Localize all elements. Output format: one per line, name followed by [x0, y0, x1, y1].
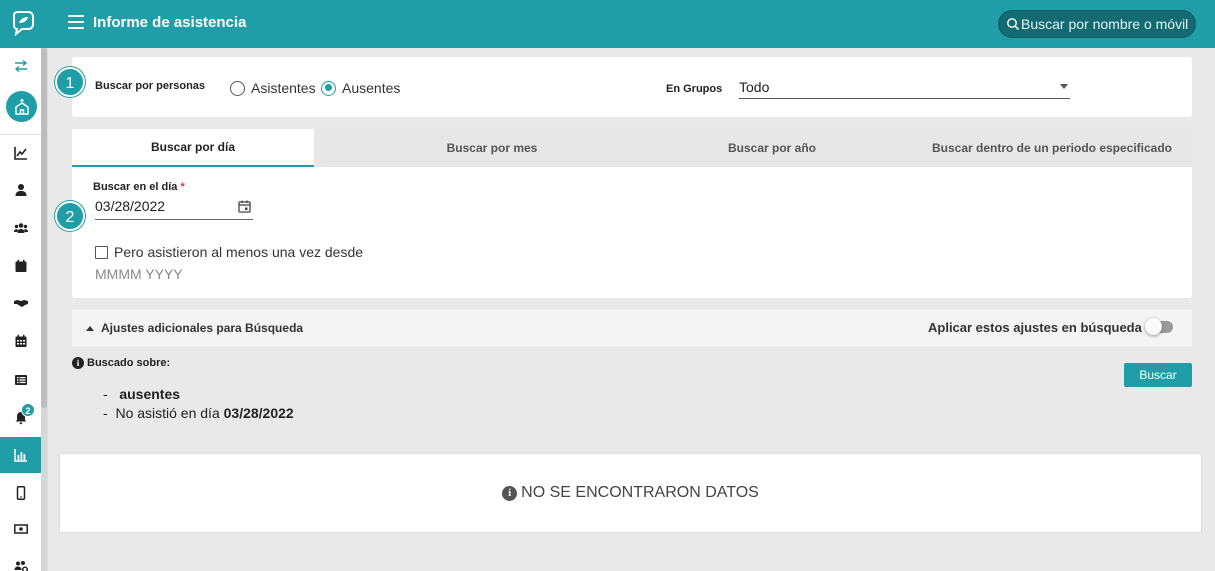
sidebar: 2: [0, 48, 48, 571]
attended-since-checkbox[interactable]: Pero asistieron al menos una vez desde: [95, 244, 363, 260]
radio-asistentes-label: Asistentes: [251, 80, 316, 96]
calendar-grid-icon: [15, 334, 26, 347]
criteria-1-value: ausentes: [119, 386, 181, 402]
searched-heading-text: Buscado sobre:: [87, 357, 171, 369]
attended-since-label: Pero asistieron al menos una vez desde: [114, 244, 364, 260]
swap-icon: [14, 59, 27, 73]
radio-ausentes-label: Ausentes: [342, 80, 401, 96]
tab-search-by-month[interactable]: Buscar por mes: [352, 129, 632, 167]
sidebar-item-reports[interactable]: [0, 437, 41, 473]
step-2-marker: 2: [55, 201, 85, 231]
day-date-input[interactable]: 03/28/2022: [95, 198, 253, 220]
attended-since-checkbox-box[interactable]: [95, 245, 108, 259]
people-gear-icon: [14, 561, 28, 571]
search-icon: [1007, 18, 1020, 31]
month-year-input[interactable]: MMMM YYYY: [95, 266, 183, 282]
group-icon: [13, 223, 28, 233]
tab-search-by-day[interactable]: Buscar por día: [72, 129, 314, 167]
day-field-label-text: Buscar en el día: [93, 181, 178, 193]
sidebar-item-finance[interactable]: [0, 511, 41, 547]
caret-up-icon: [86, 325, 94, 331]
search-input[interactable]: [1021, 14, 1193, 34]
criteria-2-date: 03/28/2022: [223, 405, 294, 421]
criteria-2-prefix: No asistió en día: [115, 405, 224, 421]
advanced-settings-bar: Ajustes adicionales para Búsqueda Aplica…: [72, 310, 1192, 346]
criteria-dash: -: [103, 386, 108, 402]
radio-ausentes-circle[interactable]: [321, 80, 336, 96]
sidebar-item-calendar-grid[interactable]: [0, 323, 41, 359]
list-icon: [14, 375, 27, 385]
criteria-item-2: - No asistió en día 03/28/2022: [103, 405, 294, 421]
searched-heading: i Buscado sobre:: [72, 357, 170, 369]
mobile-icon: [16, 486, 25, 500]
search-button[interactable]: Buscar: [1124, 363, 1192, 387]
apply-settings-switch[interactable]: [1145, 318, 1173, 335]
required-mark: *: [180, 181, 185, 193]
search-by-people-label: Buscar por personas: [95, 80, 206, 92]
empty-results-panel: i NO SE ENCONTRARON DATOS: [59, 453, 1202, 533]
church-avatar[interactable]: [6, 91, 37, 122]
tab-search-by-period[interactable]: Buscar dentro de un periodo especificado: [912, 129, 1192, 167]
hamburger-menu-icon[interactable]: [68, 15, 84, 31]
sidebar-item-stats[interactable]: [0, 135, 41, 171]
bar-chart-icon: [13, 449, 27, 462]
radio-ausentes[interactable]: Ausentes: [321, 80, 400, 96]
money-icon: [13, 524, 28, 534]
top-bar: Informe de asistencia: [0, 0, 1215, 48]
sidebar-item-swap[interactable]: [0, 48, 41, 84]
sidebar-item-calendar[interactable]: [0, 248, 41, 284]
advanced-settings-toggle[interactable]: Ajustes adicionales para Búsqueda: [86, 321, 303, 335]
empty-results-message: NO SE ENCONTRARON DATOS: [521, 484, 759, 501]
radio-asistentes[interactable]: Asistentes: [230, 80, 316, 96]
sidebar-item-notifications[interactable]: 2: [0, 400, 41, 436]
global-search[interactable]: [998, 10, 1196, 38]
page-title: Informe de asistencia: [93, 14, 247, 31]
info-icon: i: [502, 485, 518, 501]
criteria-item-1: - ausentes: [103, 386, 180, 402]
chart-line-icon: [13, 147, 27, 160]
radio-asistentes-circle[interactable]: [230, 80, 245, 96]
church-icon: [14, 98, 29, 115]
advanced-settings-title: Ajustes adicionales para Búsqueda: [101, 321, 304, 335]
groups-select[interactable]: Todo: [739, 79, 1070, 99]
step-1-marker: 1: [55, 67, 85, 97]
sidebar-item-mobile[interactable]: [0, 475, 41, 511]
apply-settings-label: Aplicar estos ajustes en búsqueda: [928, 320, 1142, 335]
search-tabs: Buscar por día Buscar por mes Buscar por…: [72, 129, 1192, 167]
sidebar-scrollbar-thumb[interactable]: [41, 48, 47, 408]
day-field-label: Buscar en el día *: [93, 181, 185, 193]
sidebar-item-groups[interactable]: [0, 210, 41, 246]
info-icon: i: [72, 357, 84, 369]
tab-search-by-year[interactable]: Buscar por año: [632, 129, 912, 167]
sidebar-item-admin[interactable]: [0, 548, 41, 571]
criteria-dash: -: [103, 405, 108, 421]
sidebar-item-person[interactable]: [0, 172, 41, 208]
groups-label: En Grupos: [666, 83, 723, 95]
person-icon: [15, 184, 26, 196]
sidebar-item-handshake[interactable]: [0, 285, 41, 321]
handshake-icon: [13, 300, 28, 307]
switch-knob: [1145, 318, 1162, 335]
day-date-value: 03/28/2022: [95, 198, 166, 214]
notification-badge: 2: [21, 403, 35, 417]
groups-select-value: Todo: [739, 79, 770, 95]
sidebar-item-list[interactable]: [0, 362, 41, 398]
calendar-picker-icon[interactable]: [238, 200, 251, 213]
app-logo-icon[interactable]: [10, 10, 36, 36]
chevron-down-icon: [1060, 84, 1068, 89]
calendar-icon: [15, 259, 26, 272]
